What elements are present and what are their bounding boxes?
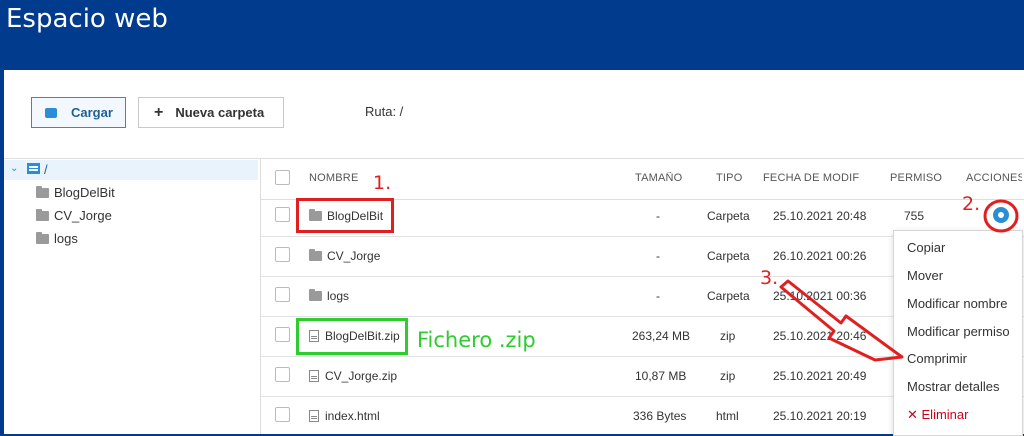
tree-root-label[interactable]: /	[44, 162, 48, 177]
new-folder-label: Nueva carpeta	[175, 105, 265, 120]
chevron-down-icon[interactable]: ⌄	[10, 163, 18, 174]
annotation-zip-note: Fichero .zip	[417, 328, 536, 352]
row-checkbox[interactable]	[275, 207, 290, 222]
row-type: Carpeta	[707, 289, 750, 303]
row-size: 263,24 MB	[632, 329, 691, 343]
folder-icon	[36, 186, 49, 198]
row-size: -	[656, 249, 660, 263]
row-name[interactable]: CV_Jorge.zip	[309, 369, 397, 383]
row-date: 25.10.2021 20:48	[773, 209, 867, 223]
folder-icon	[309, 289, 322, 301]
tree-root-row[interactable]	[4, 160, 258, 180]
row-size: 10,87 MB	[635, 369, 687, 383]
row-permission: 755	[904, 209, 925, 223]
tree-item-logs[interactable]: logs	[36, 231, 78, 246]
row-name-label: index.html	[325, 409, 380, 423]
row-checkbox[interactable]	[275, 287, 290, 302]
row-type: zip	[720, 329, 736, 343]
tree-item-label: CV_Jorge	[54, 208, 112, 223]
row-size: 336 Bytes	[633, 409, 687, 423]
menu-item-move[interactable]: Mover	[907, 268, 943, 283]
page-title: Espacio web	[6, 4, 168, 34]
path-label: Ruta: /	[365, 104, 404, 119]
menu-item-permission[interactable]: Modificar permiso	[907, 324, 1010, 339]
row-date: 25.10.2021 20:46	[773, 329, 867, 343]
row-type: html	[716, 409, 739, 423]
row-type: Carpeta	[707, 249, 750, 263]
row-checkbox[interactable]	[275, 367, 290, 382]
upload-icon	[45, 107, 57, 118]
column-header-permission[interactable]: PERMISO	[890, 172, 942, 184]
row-size: -	[656, 209, 660, 223]
row-size: -	[656, 289, 660, 303]
tree-item-label: BlogDelBit	[54, 185, 115, 200]
column-header-type[interactable]: TIPO	[716, 172, 742, 184]
row-checkbox[interactable]	[275, 247, 290, 262]
file-zip-icon	[309, 370, 319, 382]
column-header-size[interactable]: TAMAÑO	[635, 172, 684, 184]
column-header-name[interactable]: NOMBRE	[309, 172, 358, 184]
row-name[interactable]: index.html	[309, 409, 380, 423]
column-header-actions: ACCIONES	[966, 172, 1022, 184]
app-header: Espacio web	[0, 0, 1024, 70]
tree-item-blogdelbit[interactable]: BlogDelBit	[36, 185, 115, 200]
tree-item-label: logs	[54, 231, 78, 246]
select-all-checkbox[interactable]	[275, 170, 290, 185]
row-name[interactable]: CV_Jorge	[309, 249, 380, 263]
gear-icon[interactable]	[993, 207, 1009, 223]
row-type: Carpeta	[707, 209, 750, 223]
upload-button[interactable]: Cargar	[31, 97, 126, 128]
row-checkbox[interactable]	[275, 407, 290, 422]
row-type: zip	[720, 369, 736, 383]
row-date: 25.10.2021 20:19	[773, 409, 867, 423]
row-name-label: logs	[327, 289, 350, 303]
row-date: 25.10.2021 00:36	[773, 289, 867, 303]
server-icon	[27, 163, 40, 174]
column-header-date[interactable]: FECHA DE MODIFICACIÓN	[763, 172, 859, 184]
tree-item-cv-jorge[interactable]: CV_Jorge	[36, 208, 112, 223]
upload-label: Cargar	[71, 105, 113, 120]
folder-icon	[36, 209, 49, 221]
annotation-box-green	[296, 318, 408, 355]
annotation-box-red	[296, 198, 394, 233]
menu-item-rename[interactable]: Modificar nombre	[907, 296, 1007, 311]
row-name-label: CV_Jorge	[327, 249, 381, 263]
menu-item-copy[interactable]: Copiar	[907, 240, 945, 255]
new-folder-button[interactable]: + Nueva carpeta	[138, 97, 284, 128]
row-name-label: CV_Jorge.zip	[325, 369, 398, 383]
plus-icon: +	[154, 103, 164, 121]
menu-item-delete[interactable]: ✕ Eliminar	[907, 407, 968, 423]
row-name[interactable]: logs	[309, 289, 349, 303]
row-date: 26.10.2021 00:26	[773, 249, 867, 263]
row-checkbox[interactable]	[275, 327, 290, 342]
file-html-icon	[309, 410, 319, 422]
menu-item-compress[interactable]: Comprimir	[907, 351, 967, 366]
folder-icon	[36, 232, 49, 244]
annotation-number-2: 2.	[962, 193, 981, 215]
annotation-number-1: 1.	[373, 172, 392, 194]
menu-item-details[interactable]: Mostrar detalles	[907, 379, 999, 394]
row-date: 25.10.2021 20:49	[773, 369, 867, 383]
folder-icon	[309, 249, 322, 261]
annotation-number-3: 3.	[760, 267, 779, 289]
